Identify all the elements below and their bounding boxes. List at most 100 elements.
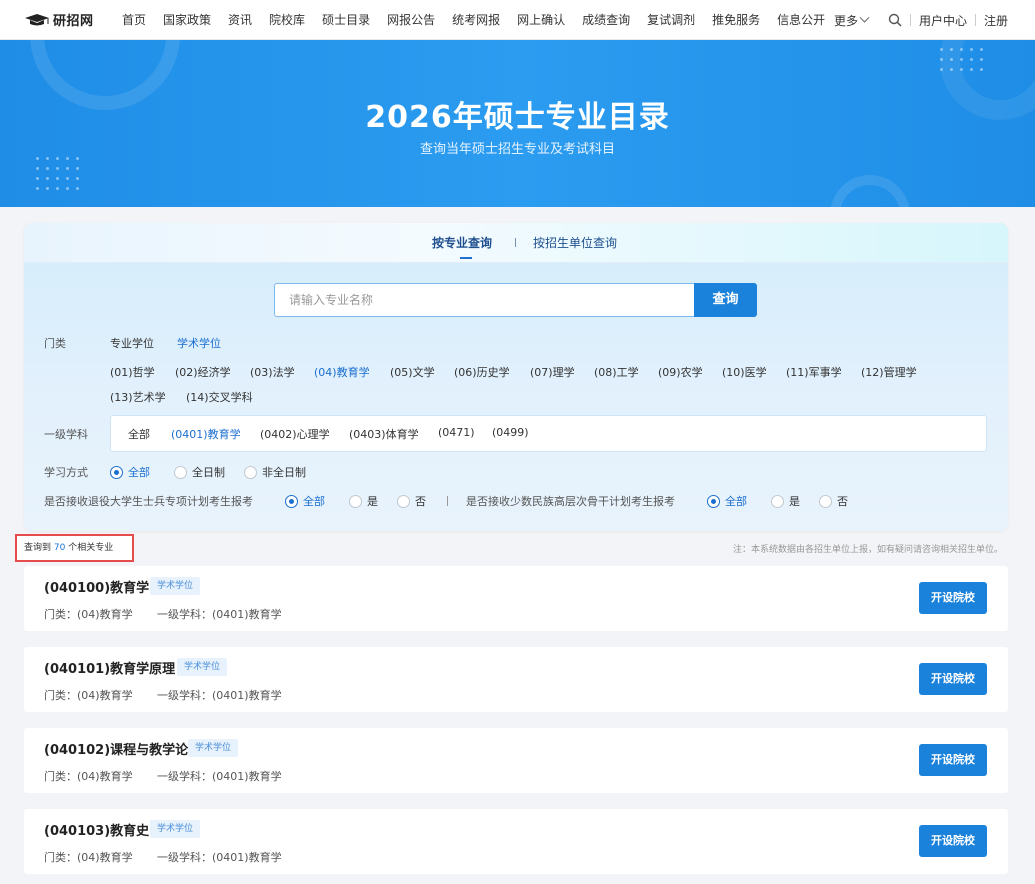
data-source-note: 注：本系统数据由各招生单位上报，如有疑问请咨询相关招生单位。 [732,545,1003,555]
subject-option[interactable]: (0499) [492,426,529,439]
subject-option[interactable]: (0402)心理学 [260,426,330,442]
search-button[interactable]: 查询 [694,283,757,317]
radio-label: 否 [415,495,426,508]
nav-item-home[interactable]: 首页 [122,11,146,28]
veteran-yes-radio[interactable]: 是 [349,493,378,509]
hero-banner: 2026年硕士专业目录 查询当年硕士招生专业及考试科目 [0,40,1035,207]
filter-divider [447,496,448,506]
radio-label: 全部 [725,495,747,508]
major-category: 门类：(04)教育学 [44,608,133,621]
study-mode-fulltime-radio[interactable]: 全日制 [174,464,225,480]
major-title: (040100)教育学 [44,581,150,596]
subject-option-selected[interactable]: (0401)教育学 [171,426,241,442]
degree-badge: 学术学位 [188,739,239,757]
nav-item-recommendation[interactable]: 推免服务 [712,11,760,28]
category-option[interactable]: (09)农学 [658,364,703,380]
radio-circle [285,494,298,508]
tab-by-unit[interactable]: 按招生单位查询 [533,234,617,251]
major-subject: 一级学科：(0401)教育学 [157,608,282,621]
category-option[interactable]: (14)交叉学科 [186,389,253,405]
category-option[interactable]: (12)管理学 [861,364,917,380]
page-subtitle: 查询当年硕士招生专业及考试科目 [419,142,615,157]
schools-offering-button[interactable]: 开设院校 [919,582,987,614]
radio-circle [110,465,123,479]
major-title: (040102)课程与教学论 [44,743,189,758]
major-card: (040103)教育史 学术学位 门类：(04)教育学 一级学科：(0401)教… [24,809,1008,874]
study-mode-all-radio[interactable]: 全部 [110,464,150,480]
subject-options-box [110,415,987,452]
category-option[interactable]: (02)经济学 [175,364,231,380]
radio-label: 全部 [303,495,325,508]
radio-circle [819,494,832,508]
category-option[interactable]: (11)军事学 [786,364,842,380]
minority-all-radio[interactable]: 全部 [707,493,747,509]
decor-ring [830,175,910,207]
schools-offering-button[interactable]: 开设院校 [919,744,987,776]
nav-item-announcements[interactable]: 网报公告 [387,11,435,28]
major-category: 门类：(04)教育学 [44,770,133,783]
radio-label: 否 [837,495,848,508]
minority-yes-radio[interactable]: 是 [771,493,800,509]
schools-offering-button[interactable]: 开设院校 [919,825,987,857]
degree-badge: 学术学位 [150,820,201,838]
degree-professional[interactable]: 专业学位 [110,335,154,351]
nav-item-school-library[interactable]: 院校库 [269,11,305,28]
page-title: 2026年硕士专业目录 [365,100,670,135]
major-subject: 一级学科：(0401)教育学 [157,770,282,783]
site-logo-text: 研招网 [53,14,94,29]
category-option[interactable]: (08)工学 [594,364,639,380]
category-option-selected[interactable]: (04)教育学 [314,364,370,380]
search-icon[interactable] [888,13,902,27]
top-navbar: 研招网 首页 国家政策 资讯 院校库 硕士目录 网报公告 统考网报 网上确认 成… [0,0,1035,40]
subject-option[interactable]: (0403)体育学 [349,426,419,442]
site-logo[interactable]: 研招网 [24,10,122,29]
study-mode-label: 学习方式 [44,466,88,479]
major-card: (040100)教育学 学术学位 门类：(04)教育学 一级学科：(0401)教… [24,566,1008,631]
category-option[interactable]: (05)文学 [390,364,435,380]
major-title: (040103)教育史 [44,824,150,839]
category-option[interactable]: (06)历史学 [454,364,510,380]
nav-item-info-disclosure[interactable]: 信息公开 [777,11,825,28]
schools-offering-button[interactable]: 开设院校 [919,663,987,695]
radio-circle [707,494,720,508]
category-option[interactable]: (13)艺术学 [110,389,166,405]
minority-no-radio[interactable]: 否 [819,493,848,509]
radio-circle [771,494,784,508]
filter-panel: 按专业查询 按招生单位查询 请输入专业名称 查询 门类 专业学位 学术学位 (0… [24,223,1008,531]
radio-label: 全日制 [192,466,225,479]
category-option[interactable]: (07)理学 [530,364,575,380]
veteran-plan-label: 是否接收退役大学生士兵专项计划考生报考 [44,495,253,508]
subject-option[interactable]: 全部 [128,426,150,442]
degree-badge: 学术学位 [150,577,201,595]
nav-more-menu[interactable]: 更多 [834,12,870,29]
nav-item-unified-registration[interactable]: 统考网报 [452,11,500,28]
nav-item-score-query[interactable]: 成绩查询 [582,11,630,28]
radio-circle [397,494,410,508]
user-center-link[interactable]: 用户中心 [919,12,967,29]
category-option[interactable]: (01)哲学 [110,364,155,380]
nav-item-adjustment[interactable]: 复试调剂 [647,11,695,28]
category-label: 门类 [44,337,66,350]
result-count-suffix: 个相关专业 [68,543,114,553]
category-option[interactable]: (03)法学 [250,364,295,380]
major-title: (040101)教育学原理 [44,662,176,677]
radio-label: 全部 [128,466,150,479]
nav-item-online-confirmation[interactable]: 网上确认 [517,11,565,28]
graduation-cap-icon [24,13,50,27]
register-link[interactable]: 注册 [984,12,1008,29]
degree-academic[interactable]: 学术学位 [177,335,221,351]
degree-badge: 学术学位 [177,658,228,676]
veteran-all-radio[interactable]: 全部 [285,493,325,509]
tab-by-major[interactable]: 按专业查询 [432,234,492,259]
major-subject: 一级学科：(0401)教育学 [157,689,282,702]
major-search-input[interactable]: 请输入专业名称 [274,283,695,317]
category-option[interactable]: (10)医学 [722,364,767,380]
nav-item-policy[interactable]: 国家政策 [163,11,211,28]
veteran-no-radio[interactable]: 否 [397,493,426,509]
subject-option[interactable]: (0471) [438,426,475,439]
radio-circle [174,465,187,479]
study-mode-parttime-radio[interactable]: 非全日制 [244,464,306,480]
nav-item-master-catalog[interactable]: 硕士目录 [322,11,370,28]
nav-item-news[interactable]: 资讯 [228,11,252,28]
nav-divider [909,14,911,26]
